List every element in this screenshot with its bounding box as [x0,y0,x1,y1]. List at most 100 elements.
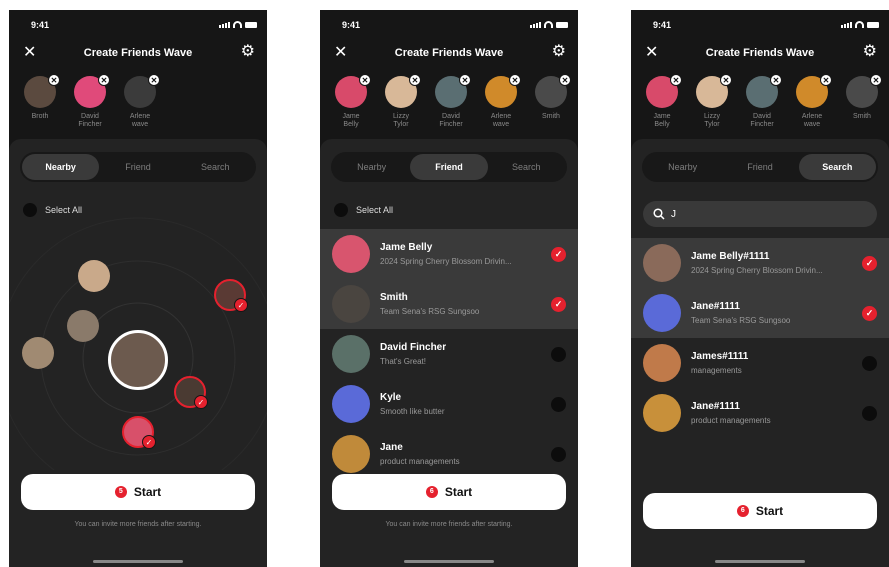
selected-friend[interactable]: ✕ Broth [15,74,65,129]
selected-friend[interactable]: ✕ David Fincher [65,74,115,129]
remove-icon[interactable]: ✕ [770,74,782,86]
screen-search: 9:41 ✕ Create Friends Wave ⚙ ✕ Jame Belly… [631,10,889,567]
list-item[interactable]: Kyle Smooth like butter [320,379,578,429]
select-all[interactable]: Select All [334,203,393,217]
tab-bar: Nearby Friend Search [642,152,878,182]
remove-icon[interactable]: ✕ [870,74,882,86]
list-item[interactable]: Jame Belly 2024 Spring Cherry Blossom Dri… [320,229,578,279]
list-item[interactable]: Jane product managements [320,429,578,479]
unchecked-radio[interactable] [862,406,877,421]
check-icon[interactable]: ✓ [551,297,566,312]
list-item[interactable]: Jame Belly#1111 2024 Spring Cherry Blosso… [631,238,889,288]
unchecked-radio[interactable] [551,447,566,462]
tab-nearby[interactable]: Nearby [333,154,410,180]
selected-friend[interactable]: ✕ Arlene wave [115,74,165,129]
system-icons [841,21,879,28]
check-icon[interactable]: ✓ [862,306,877,321]
signal-icon [530,22,541,28]
tab-search[interactable]: Search [488,154,565,180]
remove-icon[interactable]: ✕ [509,74,521,86]
remove-icon[interactable]: ✕ [459,74,471,86]
selected-friend[interactable]: ✕ David Fincher [737,74,787,129]
home-indicator [715,560,805,563]
friend-name: Kyle [380,392,402,403]
check-icon[interactable]: ✓ [551,247,566,262]
selected-friend[interactable]: ✕ Jame Belly [637,74,687,129]
nearby-user[interactable] [78,260,110,292]
friend-name: Jame Belly [380,242,433,253]
gear-icon[interactable]: ⚙ [552,43,566,61]
system-icons [219,21,257,28]
tab-friend[interactable]: Friend [410,154,488,180]
unchecked-radio[interactable] [551,397,566,412]
start-label: Start [444,485,473,499]
check-icon[interactable]: ✓ [862,256,877,271]
remove-icon[interactable]: ✕ [359,74,371,86]
remove-icon[interactable]: ✕ [820,74,832,86]
unchecked-radio[interactable] [862,356,877,371]
status-bar: 9:41 [9,10,267,34]
status-time: 9:41 [342,20,361,30]
avatar [332,235,370,273]
friend-name: Jane [380,442,403,453]
page-title: Create Friends Wave [394,47,504,59]
friend-name: Smith [380,292,408,303]
remove-icon[interactable]: ✕ [720,74,732,86]
list-item[interactable]: James#1111 managements [631,338,889,388]
header: ✕ Create Friends Wave ⚙ [631,43,889,64]
remove-icon[interactable]: ✕ [559,74,571,86]
gear-icon[interactable]: ⚙ [863,43,877,61]
selected-friend[interactable]: ✕ Jame Belly [326,74,376,129]
remove-icon[interactable]: ✕ [148,74,160,86]
start-button[interactable]: 6 Start [332,474,566,510]
start-button[interactable]: 5 Start [21,474,255,510]
tab-search[interactable]: Search [798,154,876,180]
nearby-user[interactable] [22,337,54,369]
list-item[interactable]: Smith Team Sena's RSG Sungsoo ✓ [320,279,578,329]
tab-friend[interactable]: Friend [721,154,798,180]
list-item[interactable]: David Fincher That's Great! [320,329,578,379]
selected-friend[interactable]: ✕ Smith [837,74,887,129]
gear-icon[interactable]: ⚙ [241,43,255,61]
selected-name: Jame Belly [342,113,360,128]
friend-status: product managements [380,457,460,466]
tab-nearby[interactable]: Nearby [644,154,721,180]
friend-list: Jame Belly 2024 Spring Cherry Blossom Dri… [320,229,578,479]
page-title: Create Friends Wave [83,47,193,59]
friend-status: 2024 Spring Cherry Blossom Drivin... [691,266,823,275]
selected-name: Lizzy Tylor [393,113,409,128]
selected-friend[interactable]: ✕ Smith [526,74,576,129]
remove-icon[interactable]: ✕ [48,74,60,86]
wifi-icon [544,21,553,28]
list-item[interactable]: Jane#1111 product managements [631,388,889,438]
friend-status: Team Sena's RSG Sungsoo [380,307,480,316]
unchecked-radio[interactable] [551,347,566,362]
count-badge: 5 [114,486,127,498]
friend-name: Jane#1111 [691,301,740,312]
avatar [643,244,681,282]
friend-status: 2024 Spring Cherry Blossom Drivin... [380,257,512,266]
selected-friend[interactable]: ✕ Lizzy Tylor [376,74,426,129]
list-item[interactable]: Jane#1111 Team Sena's RSG Sungsoo ✓ [631,288,889,338]
remove-icon[interactable]: ✕ [670,74,682,86]
selected-name: Smith [542,113,560,120]
selected-friend[interactable]: ✕ Lizzy Tylor [687,74,737,129]
search-input[interactable]: J [643,201,877,227]
page-title: Create Friends Wave [705,47,815,59]
invite-hint: You can invite more friends after starti… [74,521,202,528]
home-indicator [93,560,183,563]
selected-name: David Fincher [750,113,774,128]
header: ✕ Create Friends Wave ⚙ [9,43,267,64]
remove-icon[interactable]: ✕ [409,74,421,86]
start-button[interactable]: 6 Start [643,493,877,529]
remove-icon[interactable]: ✕ [98,74,110,86]
start-label: Start [133,485,162,499]
selected-friends: ✕ Broth ✕ David Fincher ✕ Arlene wave [15,74,267,129]
nearby-user-center[interactable] [108,330,168,390]
selected-friend[interactable]: ✕ David Fincher [426,74,476,129]
nearby-user[interactable] [67,310,99,342]
selected-friend[interactable]: ✕ Arlene wave [476,74,526,129]
selected-friend[interactable]: ✕ Arlene wave [787,74,837,129]
select-all-radio[interactable] [334,203,348,217]
status-bar: 9:41 [320,10,578,34]
